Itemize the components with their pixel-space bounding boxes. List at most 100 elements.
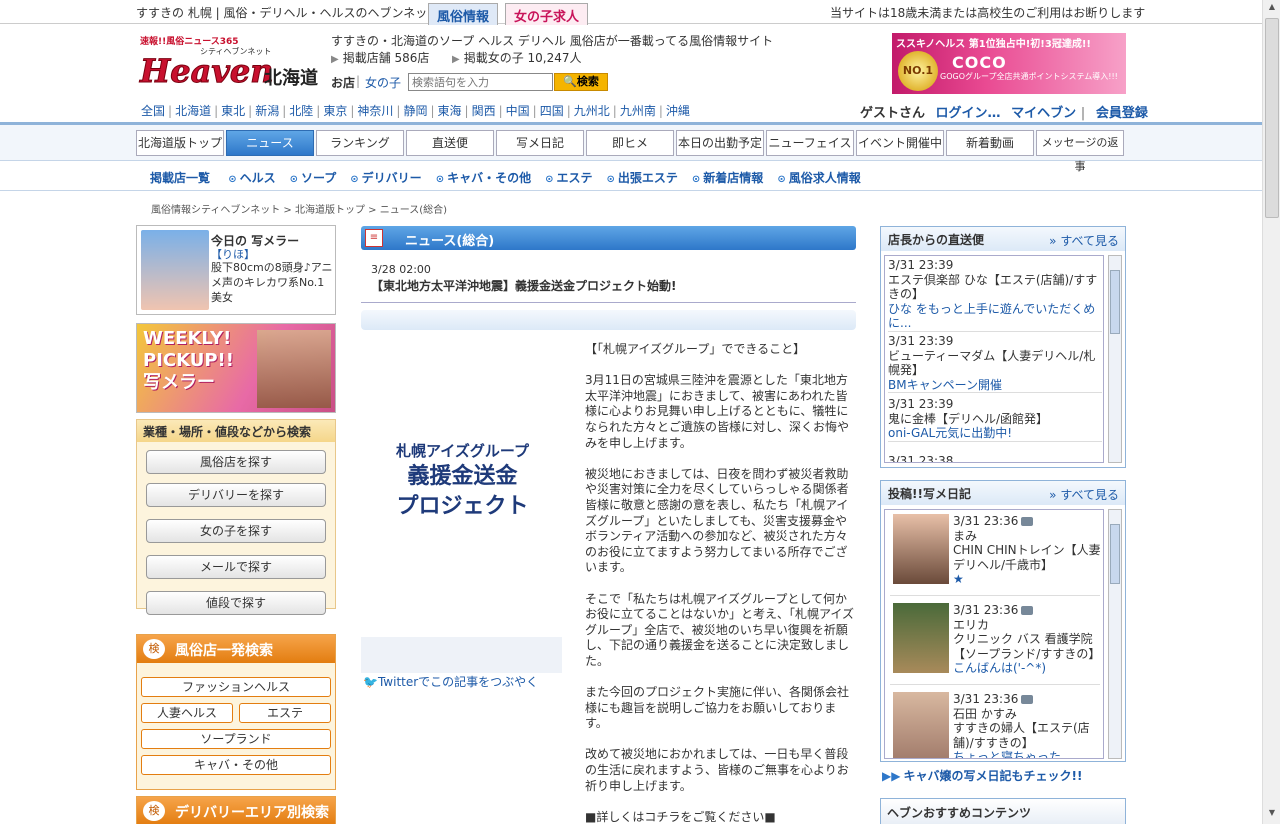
search-option-button[interactable]: 女の子を探す: [146, 519, 326, 543]
este-button[interactable]: エステ: [239, 703, 331, 723]
main-tab[interactable]: ニューフェイス: [766, 130, 854, 156]
tab-fuzoku-info[interactable]: 風俗情報: [428, 3, 499, 25]
search-type-girl[interactable]: 女の子: [365, 74, 401, 91]
age-notice: 当サイトは18歳未満または高校生のご利用はお断りします: [830, 6, 1146, 20]
main-tab[interactable]: 即ヒメ: [586, 130, 674, 156]
circle-arrow-icon: ⊙: [691, 174, 701, 185]
main-tab[interactable]: メッセージの返事: [1036, 130, 1124, 173]
diary-photo: [893, 514, 949, 584]
scrollbar-thumb[interactable]: [1110, 270, 1120, 334]
photo-diary-item[interactable]: 3/31 23:36 石田 かすみ すすきの婦人【エステ(店舗)/すすきの】 ちょっと…: [890, 688, 1100, 758]
site-logo[interactable]: 速報!!風俗ニュース365 シティヘブンネット Heaven 北海道: [138, 34, 319, 94]
region-link[interactable]: 新潟: [255, 104, 279, 118]
region-nav: 全国 | 北海道 | 東北 | 新潟 | 北陸 | 東京 | 神奈川 | 静岡 | 東海 | 関西 | 中国 | 四国 | 九州…: [141, 102, 690, 119]
main-tab[interactable]: 新着動画: [946, 130, 1034, 156]
quick-search-header: 風俗店一発検索: [137, 635, 335, 663]
main-tab[interactable]: ニュース: [226, 130, 314, 156]
hitozuma-health-button[interactable]: 人妻ヘルス: [141, 703, 233, 723]
photo-diary-more-link[interactable]: すべて見る: [1049, 486, 1119, 503]
subnav-link[interactable]: ⊙ デリバリー: [350, 171, 421, 185]
weekly-pickup-banner[interactable]: WEEKLY! PICKUP!! 写メラー: [136, 323, 336, 413]
subnav-link[interactable]: ⊙ キャバ・その他: [436, 171, 531, 185]
main-tab[interactable]: ランキング: [316, 130, 404, 156]
photo-diary-box: 投稿!!写メ日記 すべて見る 3/31 23:36まみCHIN CHINトレイン…: [880, 480, 1126, 762]
search-option-button[interactable]: デリバリーを探す: [146, 483, 326, 507]
region-link[interactable]: 静岡: [403, 104, 427, 118]
direct-mail-scrollbar[interactable]: [1108, 255, 1122, 463]
search-input[interactable]: [408, 73, 553, 91]
scroll-up-icon[interactable]: ▲: [1265, 2, 1279, 16]
subnav-link[interactable]: ⊙ エステ: [545, 171, 592, 185]
search-option-button[interactable]: メールで探す: [146, 555, 326, 579]
region-link[interactable]: 東海: [438, 104, 462, 118]
myheaven-link[interactable]: マイヘブン: [1011, 106, 1076, 121]
region-link[interactable]: 九州北: [574, 104, 610, 118]
main-tab[interactable]: 直送便: [406, 130, 494, 156]
search-option-button[interactable]: 風俗店を探す: [146, 450, 326, 474]
region-link[interactable]: 四国: [540, 104, 564, 118]
direct-mail-more-link[interactable]: すべて見る: [1049, 232, 1119, 249]
tab-job-recruit[interactable]: 女の子求人: [505, 3, 589, 25]
scrollbar-thumb[interactable]: [1110, 524, 1120, 584]
region-link[interactable]: 東北: [221, 104, 245, 118]
breadcrumb-hokkaido[interactable]: 北海道版トップ: [295, 205, 365, 216]
region-link[interactable]: 全国: [141, 104, 165, 118]
separator: |: [282, 104, 287, 118]
search-type-shop[interactable]: お店: [331, 74, 355, 91]
region-link[interactable]: 北海道: [175, 104, 211, 118]
subnav-link[interactable]: ⊙ ヘルス: [228, 171, 275, 185]
photo-diary-item[interactable]: 3/31 23:36 まみ CHIN CHINトレイン【人妻デリヘル/千歳市】 ★: [890, 510, 1101, 596]
register-link[interactable]: 会員登録: [1096, 106, 1148, 121]
direct-mail-item[interactable]: 3/31 23:39 エステ倶楽部 ひな【エステ(店舗)/すすきの】 ひな をもっと…: [888, 258, 1102, 332]
separator: |: [498, 104, 503, 118]
main-tab[interactable]: 北海道版トップ: [136, 130, 224, 156]
region-link[interactable]: 北陸: [289, 104, 313, 118]
subnav-link[interactable]: ⊙ 風俗求人情報: [777, 171, 860, 185]
banner-subtext: GOGOグループ全店共通ポイントシステム導入!!!: [940, 72, 1118, 81]
soapland-button[interactable]: ソープランド: [141, 729, 331, 749]
coco-ad-banner[interactable]: ススキノヘルス 第1位独占中!初!3冠達成!! NO.1 COCO GOGOグル…: [892, 33, 1126, 94]
photo-diary-scrollbar[interactable]: [1108, 509, 1122, 759]
shop-list-link[interactable]: 掲載店一覧: [150, 171, 210, 185]
direct-mail-item[interactable]: 3/31 23:39 鬼に金棒【デリヘル/函館発】 oni-GAL元気に出勤中!: [888, 397, 1102, 442]
search-button[interactable]: 🔍検索: [554, 73, 608, 91]
girl-name: エリカ: [953, 617, 990, 632]
direct-mail-item[interactable]: 3/31 23:38札幌奥様秘密倶楽部【人妻デリヘル/札: [888, 454, 1102, 462]
item-date: 3/31 23:36: [953, 692, 1019, 706]
article-paragraph: 【「札幌アイズグループ」でできること】: [585, 342, 806, 356]
region-link[interactable]: 関西: [472, 104, 496, 118]
subnav-link[interactable]: ⊙ 出張エステ: [607, 171, 678, 185]
article-paragraph: 改めて被災地におかれましては、一日も早く普段の生活に戻れますよう、皆様のご無事を…: [585, 747, 849, 793]
item-date: 3/31 23:39: [888, 334, 954, 348]
page-scrollbar-thumb[interactable]: [1265, 18, 1279, 218]
fashion-health-button[interactable]: ファッションヘルス: [141, 677, 331, 697]
attribute-search-header: 業種・場所・値段などから検索: [137, 420, 335, 442]
main-tab[interactable]: 本日の出勤予定: [676, 130, 764, 156]
region-link[interactable]: 神奈川: [357, 104, 393, 118]
main-tab[interactable]: 写メ日記: [496, 130, 584, 156]
caba-diary-link[interactable]: ▶▶ キャバ嬢の写メ日記もチェック!!: [882, 767, 1082, 784]
region-link[interactable]: 東京: [323, 104, 347, 118]
subnav-link[interactable]: ⊙ ソープ: [290, 171, 337, 185]
login-link[interactable]: ログイン…: [936, 106, 1001, 121]
main-tab[interactable]: イベント開催中: [856, 130, 944, 156]
region-link[interactable]: 沖縄: [666, 104, 690, 118]
subnav-link[interactable]: ⊙ 新着店情報: [692, 171, 763, 185]
recommend-header: ヘブンおすすめコンテンツ: [881, 799, 1125, 824]
tweet-link[interactable]: 🐦Twitterでこの記事をつぶやく: [363, 673, 538, 690]
news-header-bar: ≡ ニュース(総合): [361, 226, 856, 250]
separator: |: [532, 104, 537, 118]
region-link[interactable]: 九州南: [620, 104, 656, 118]
search-icon: 🔍: [563, 75, 577, 88]
photo-diary-item[interactable]: 3/31 23:36 エリカ クリニック バス 看護学院【ソープランド/すすきの】こ…: [890, 599, 1100, 685]
search-option-button[interactable]: 値段で探す: [146, 591, 326, 615]
today-pickup-card[interactable]: 今日の 写メラー 【りほ】 股下80cmの8頭身♪アニメ声のキレカワ系No.1美…: [136, 225, 336, 315]
shop-name: すすきの婦人【エステ(店舗)/すすきの】: [953, 721, 1090, 750]
caba-other-button[interactable]: キャバ・その他: [141, 755, 331, 775]
scroll-down-icon[interactable]: ▼: [1265, 808, 1279, 822]
item-shop: エステ倶楽部 ひな【エステ(店舗)/すすきの】: [888, 272, 1098, 302]
direct-mail-item[interactable]: 3/31 23:39 ビューティーマダム【人妻デリヘル/札幌発】 BMキャンペーン開…: [888, 334, 1102, 393]
breadcrumb-home[interactable]: 風俗情報シティヘブンネット: [151, 205, 280, 216]
region-link[interactable]: 中国: [506, 104, 530, 118]
page-scrollbar[interactable]: ▲ ▼: [1262, 0, 1280, 824]
